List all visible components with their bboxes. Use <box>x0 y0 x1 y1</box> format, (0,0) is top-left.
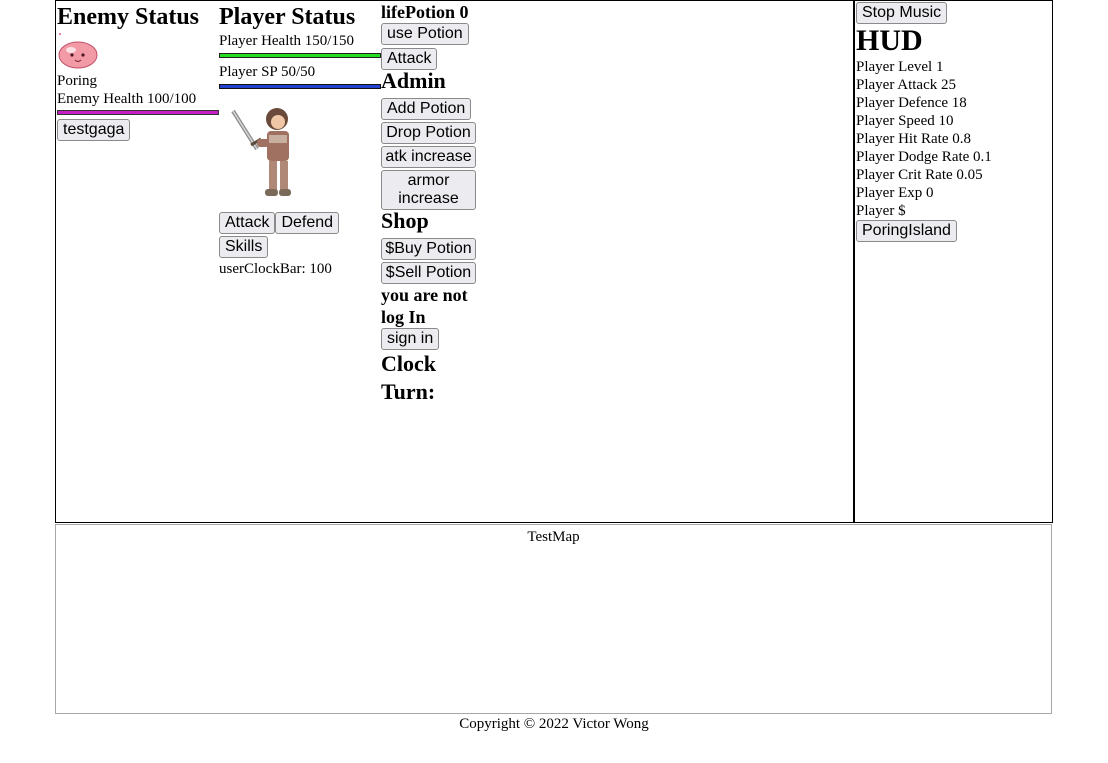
hud-stat-level: Player Level 1 <box>856 59 944 75</box>
actions-panel: lifePotion 0 use Potion Attack Admin Add… <box>381 1 481 406</box>
hud-stat-attack: Player Attack 25 <box>856 77 956 93</box>
user-clock-bar-label: userClockBar: 100 <box>219 261 332 277</box>
login-status-message: you are not log In <box>381 285 468 327</box>
player-action-row: Attack Defend <box>219 212 381 234</box>
defend-button[interactable]: Defend <box>275 212 340 234</box>
add-potion-button[interactable]: Add Potion <box>381 98 472 120</box>
attack-button[interactable]: Attack <box>381 48 438 70</box>
drop-potion-button[interactable]: Drop Potion <box>381 122 476 144</box>
buy-potion-button[interactable]: $Buy Potion <box>381 238 476 260</box>
enemy-status-panel: Enemy Status Poring Enemy Health 100/100… <box>57 1 219 141</box>
hud-stat-money: Player $ <box>856 203 906 219</box>
atk-increase-button[interactable]: atk increase <box>381 146 476 168</box>
hud-stat-hit-rate: Player Hit Rate 0.8 <box>856 131 971 147</box>
hud-stat-crit-rate: Player Crit Rate 0.05 <box>856 167 983 183</box>
enemy-name: Poring <box>57 73 98 89</box>
enemy-health-label: Enemy Health 100/100 <box>57 91 197 107</box>
player-sp-label: Player SP 50/50 <box>219 64 316 80</box>
poring-island-button[interactable]: PoringIsland <box>856 220 957 242</box>
life-potion-count: lifePotion 0 <box>381 2 469 22</box>
hud-title: HUD <box>856 24 923 57</box>
skills-button[interactable]: Skills <box>219 236 269 258</box>
testgaga-button[interactable]: testgaga <box>57 119 131 141</box>
hud-stat-defence: Player Defence 18 <box>856 95 967 111</box>
player-attack-button[interactable]: Attack <box>219 212 276 234</box>
player-status-panel: Player Status Player Health 150/150 Play… <box>219 1 381 278</box>
swordsman-icon <box>231 108 291 196</box>
map-title: TestMap <box>527 529 580 545</box>
hud-stat-exp: Player Exp 0 <box>856 185 934 201</box>
sign-in-button[interactable]: sign in <box>381 328 440 350</box>
hud-panel: Stop Music HUD Player Level 1 Player Att… <box>853 1 1052 522</box>
enemy-status-title: Enemy Status <box>57 4 200 30</box>
hud-stat-speed: Player Speed 10 <box>856 113 954 129</box>
admin-title: Admin <box>381 68 446 93</box>
sell-potion-button[interactable]: $Sell Potion <box>381 262 476 284</box>
player-status-title: Player Status <box>219 4 356 30</box>
clock-turn-label: Clock Turn: <box>381 351 436 404</box>
armor-increase-button[interactable]: armor increase <box>381 170 476 210</box>
hud-stats-list: Player Level 1 Player Attack 25 Player D… <box>856 58 1052 220</box>
stop-music-button[interactable]: Stop Music <box>856 2 948 24</box>
poring-icon <box>58 33 98 69</box>
game-frame: Enemy Status Poring Enemy Health 100/100… <box>55 0 1053 523</box>
map-area: TestMap <box>55 524 1052 714</box>
footer-copyright: Copyright © 2022 Victor Wong <box>459 716 649 732</box>
hud-stat-dodge-rate: Player Dodge Rate 0.1 <box>856 149 992 165</box>
shop-title: Shop <box>381 208 429 233</box>
player-health-label: Player Health 150/150 <box>219 33 354 49</box>
use-potion-button[interactable]: use Potion <box>381 23 469 45</box>
